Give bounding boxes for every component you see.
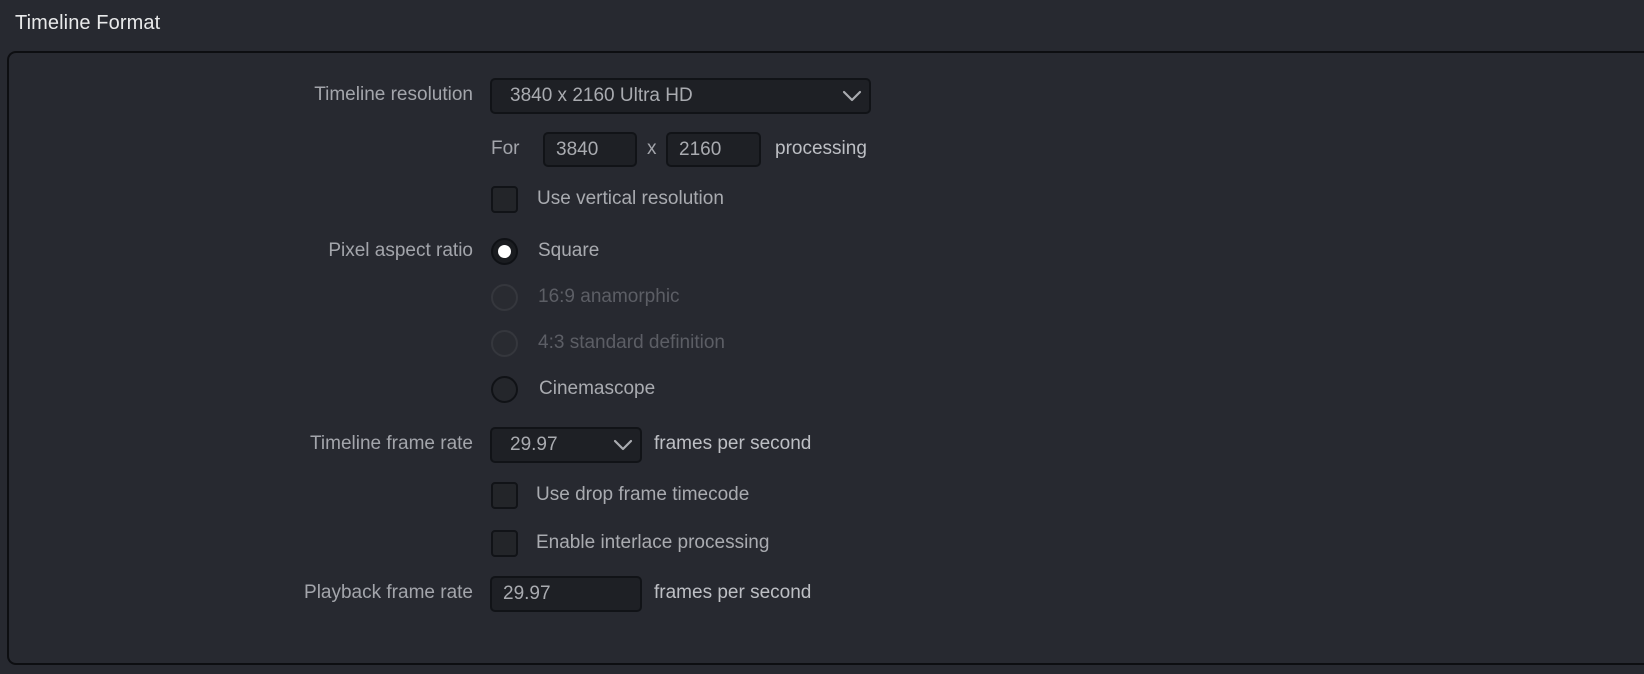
enable-interlace-processing-label: Enable interlace processing bbox=[536, 532, 770, 553]
playback-frame-rate-value: 29.97 bbox=[503, 583, 551, 604]
custom-width-input[interactable]: 3840 bbox=[543, 132, 637, 167]
playback-frame-rate-label: Playback frame rate bbox=[304, 582, 473, 603]
pixel-aspect-ratio-radio-anamorphic bbox=[491, 284, 518, 311]
chevron-down-icon bbox=[835, 90, 869, 103]
timeline-format-settings-panel: Timeline Format Timeline resolution 3840… bbox=[0, 0, 1644, 674]
use-vertical-resolution-checkbox[interactable] bbox=[491, 186, 518, 213]
timeline-frame-rate-units-label: frames per second bbox=[654, 433, 812, 454]
timeline-resolution-value: 3840 x 2160 Ultra HD bbox=[510, 85, 693, 106]
custom-resolution-prefix-label: For bbox=[491, 138, 520, 159]
page-title: Timeline Format bbox=[15, 12, 161, 34]
enable-interlace-processing-checkbox[interactable] bbox=[491, 530, 518, 557]
pixel-aspect-ratio-option-label-square: Square bbox=[538, 240, 600, 261]
custom-height-value: 2160 bbox=[679, 138, 722, 160]
custom-resolution-suffix-label: processing bbox=[775, 138, 867, 159]
custom-width-value: 3840 bbox=[556, 138, 599, 160]
pixel-aspect-ratio-radio-standard-definition bbox=[491, 330, 518, 357]
playback-frame-rate-input[interactable]: 29.97 bbox=[490, 576, 642, 612]
timeline-resolution-dropdown[interactable]: 3840 x 2160 Ultra HD bbox=[490, 78, 871, 114]
use-vertical-resolution-label: Use vertical resolution bbox=[537, 188, 724, 209]
timeline-resolution-label: Timeline resolution bbox=[314, 84, 473, 105]
pixel-aspect-ratio-option-label-cinemascope: Cinemascope bbox=[539, 378, 656, 399]
pixel-aspect-ratio-radio-cinemascope[interactable] bbox=[491, 376, 518, 403]
pixel-aspect-ratio-label: Pixel aspect ratio bbox=[328, 240, 473, 261]
pixel-aspect-ratio-option-label-anamorphic: 16:9 anamorphic bbox=[538, 286, 680, 307]
custom-height-input[interactable]: 2160 bbox=[666, 132, 761, 167]
playback-frame-rate-units-label: frames per second bbox=[654, 582, 812, 603]
timeline-frame-rate-value: 29.97 bbox=[510, 434, 558, 455]
pixel-aspect-ratio-radio-square[interactable] bbox=[491, 238, 518, 265]
custom-resolution-separator-label: x bbox=[647, 138, 657, 159]
timeline-frame-rate-dropdown[interactable]: 29.97 bbox=[490, 427, 642, 463]
chevron-down-icon bbox=[606, 439, 640, 452]
use-drop-frame-timecode-label: Use drop frame timecode bbox=[536, 484, 750, 505]
timeline-frame-rate-label: Timeline frame rate bbox=[310, 433, 473, 454]
pixel-aspect-ratio-option-label-standard-definition: 4:3 standard definition bbox=[538, 332, 725, 353]
use-drop-frame-timecode-checkbox[interactable] bbox=[491, 482, 518, 509]
